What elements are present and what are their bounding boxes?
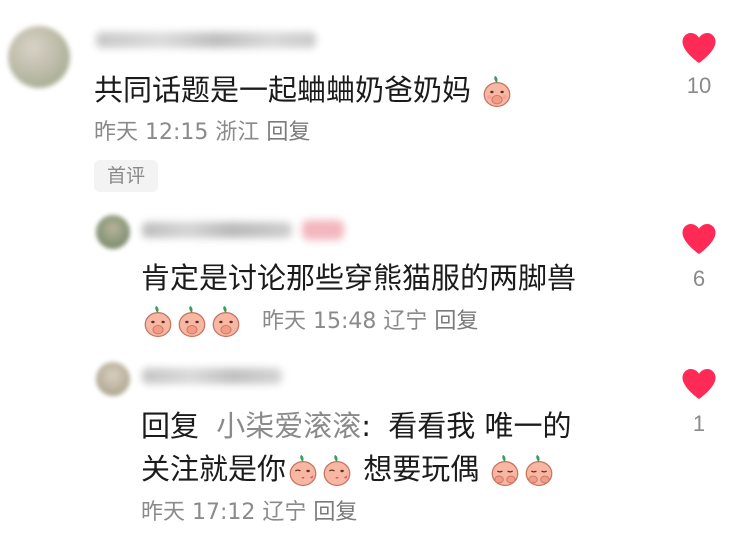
avatar[interactable] [8,26,70,88]
username-blurred[interactable] [142,368,282,384]
mention-colon: : [361,409,372,443]
kiss-peach-emoji [320,454,354,488]
comment-time: 昨天 12:15 [94,120,209,145]
heart-icon[interactable] [681,222,717,256]
username-blurred[interactable] [96,32,316,48]
cover-mouth-peach-emoji [141,305,175,339]
cover-mouth-peach-emoji [480,75,514,109]
comment-location: 辽宁 [383,309,428,334]
comment-location: 浙江 [215,120,260,145]
avatar[interactable] [96,362,130,396]
avatar[interactable] [96,215,130,249]
comment-location: 辽宁 [262,500,307,525]
comment-text: 肯定是讨论那些穿熊猫服的两脚兽 [141,261,577,295]
username-blurred[interactable] [142,222,292,238]
comment-text-line2: 关注就是你 想要玩偶 [141,452,556,488]
comment-meta: 昨天 12:15 浙江 回复 [94,120,310,146]
mention-username[interactable]: 小柒爱滚滚 [216,409,361,443]
reply-button[interactable]: 回复 [434,309,478,334]
comment-text-part: 想要玩偶 [363,452,480,486]
comment-meta: 昨天 15:48 辽宁 回复 [141,305,478,339]
comment-meta: 昨天 17:12 辽宁 回复 [141,500,357,526]
cover-mouth-peach-emoji [209,305,243,339]
first-comment-badge: 首评 [94,160,158,192]
comment-text-part: 关注就是你 [141,452,287,486]
reply-button[interactable]: 回复 [266,120,310,145]
like-count: 10 [686,73,712,98]
cover-mouth-peach-emoji [175,305,209,339]
shy-peach-emoji [522,454,556,488]
kiss-peach-emoji [286,454,320,488]
like-count: 6 [692,266,706,291]
comment-text: 回复 小柒爱滚滚: 看看我 唯一的 [141,409,571,443]
like-count: 1 [692,411,706,436]
comment-text-content: 共同话题是一起蛐蛐奶爸奶妈 [94,73,472,107]
comment-time: 昨天 17:12 [141,500,256,525]
reply-prefix: 回复 [141,409,200,443]
shy-peach-emoji [488,454,522,488]
comment-text: 共同话题是一起蛐蛐奶爸奶妈 [94,73,514,109]
heart-icon[interactable] [681,31,717,65]
comment-text-line1: 看看我 唯一的 [388,409,572,443]
comment-time: 昨天 15:48 [262,309,377,334]
reply-button[interactable]: 回复 [313,500,357,525]
heart-icon[interactable] [681,367,717,401]
user-badge-blurred [302,220,344,240]
